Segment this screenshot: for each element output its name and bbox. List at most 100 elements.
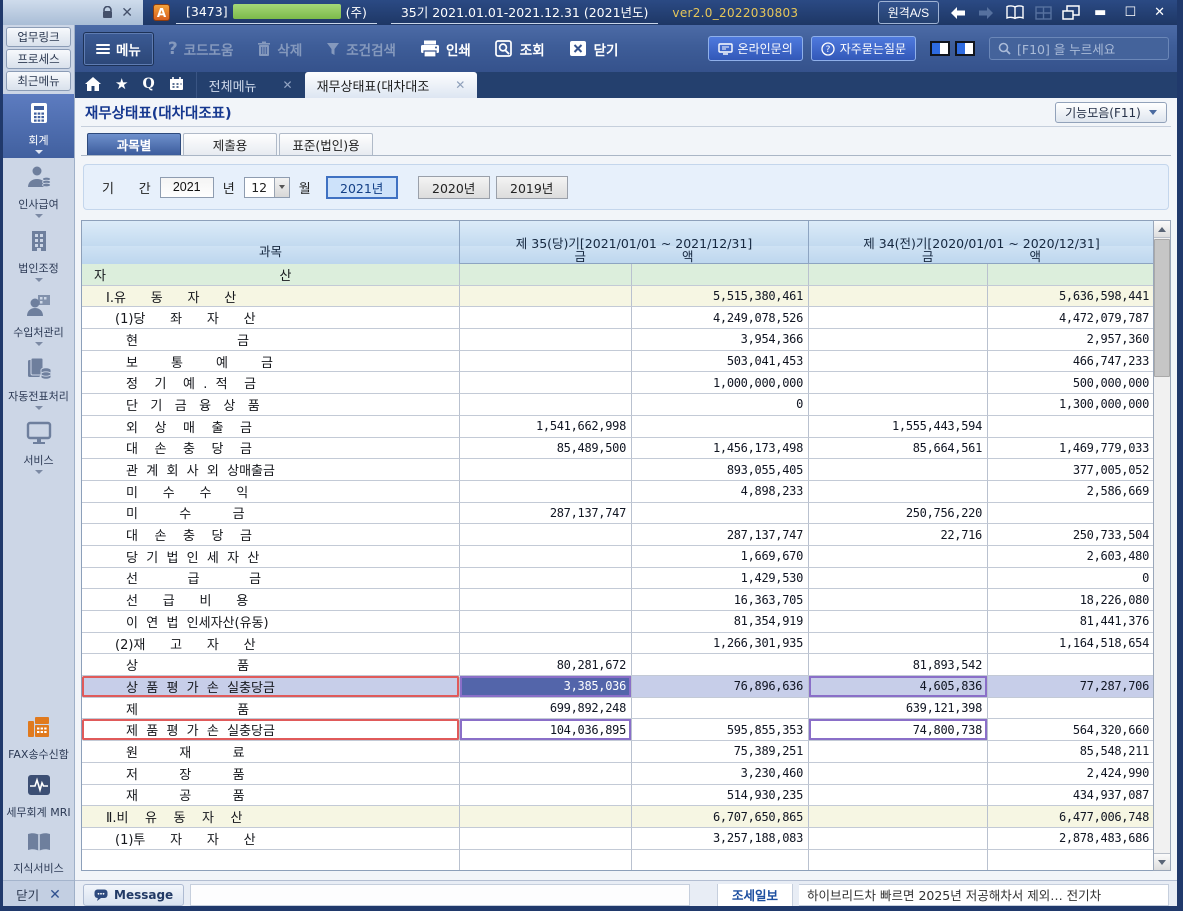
amount-cur-detail[interactable]: 287,137,747 (460, 503, 632, 525)
dock-close-icon[interactable]: ✕ (121, 6, 133, 20)
view-tab-0[interactable]: 과목별 (87, 133, 181, 155)
amount-cur-detail[interactable] (460, 351, 632, 373)
amount-cur-detail[interactable]: 1,541,662,998 (460, 416, 632, 438)
amount-prev-total[interactable]: 0 (988, 568, 1153, 590)
amount-prev-total[interactable]: 77,287,706 (988, 676, 1153, 698)
amount-prev-detail[interactable]: 81,893,542 (809, 654, 988, 676)
amount-prev-detail[interactable] (809, 850, 988, 871)
sidebar-close-button[interactable]: 닫기 ✕ (3, 880, 74, 908)
condition-search-button[interactable]: 조건검색 (316, 33, 406, 65)
account-cell[interactable]: 대 손 충 당 금 (82, 524, 460, 546)
amount-cur-detail[interactable]: 104,036,895 (460, 719, 632, 741)
account-cell[interactable]: 재 공 품 (82, 785, 460, 807)
amount-cur-total[interactable]: 595,855,353 (632, 719, 809, 741)
table-row[interactable]: 선 급 비 용16,363,70518,226,080 (82, 589, 1153, 611)
amount-prev-total[interactable]: 2,586,669 (988, 481, 1153, 503)
amount-cur-detail[interactable] (460, 741, 632, 763)
amount-cur-total[interactable]: 1,266,301,935 (632, 633, 809, 655)
amount-cur-total[interactable]: 3,257,188,083 (632, 828, 809, 850)
amount-prev-total[interactable]: 81,441,376 (988, 611, 1153, 633)
sidebar-bottom-item-0[interactable]: FAX송수신함 (3, 708, 74, 766)
amount-prev-total[interactable]: 434,937,087 (988, 785, 1153, 807)
amount-cur-total[interactable]: 4,249,078,526 (632, 307, 809, 329)
amount-cur-detail[interactable] (460, 459, 632, 481)
account-cell[interactable]: 선 급 비 용 (82, 589, 460, 611)
amount-cur-detail[interactable] (460, 828, 632, 850)
message-field[interactable] (190, 884, 690, 906)
amount-prev-detail[interactable] (809, 785, 988, 807)
minimize-icon[interactable]: ▬ (1090, 5, 1110, 20)
scroll-down-icon[interactable] (1154, 853, 1170, 870)
amount-prev-total[interactable] (988, 416, 1153, 438)
amount-cur-detail[interactable] (460, 806, 632, 828)
table-row[interactable]: 대 손 충 당 금85,489,5001,456,173,49885,664,5… (82, 438, 1153, 460)
calendar-icon[interactable] (169, 77, 184, 91)
account-cell[interactable]: 상 품 (82, 654, 460, 676)
amount-prev-total[interactable] (988, 698, 1153, 720)
quick-search-icon[interactable]: Q (142, 76, 154, 92)
amount-prev-detail[interactable] (809, 763, 988, 785)
amount-cur-total[interactable]: 0 (632, 394, 809, 416)
table-row[interactable]: 미 수 수 익4,898,2332,586,669 (82, 481, 1153, 503)
amount-prev-detail[interactable]: 74,800,738 (809, 719, 988, 741)
message-button[interactable]: Message (83, 884, 184, 906)
account-cell[interactable]: (1)투 자 자 산 (82, 828, 460, 850)
amount-cur-total[interactable]: 81,354,919 (632, 611, 809, 633)
amount-prev-total[interactable]: 18,226,080 (988, 589, 1153, 611)
amount-prev-total[interactable] (988, 850, 1153, 871)
close-window-icon[interactable]: ✕ (1150, 5, 1169, 20)
amount-cur-total[interactable] (632, 698, 809, 720)
table-row[interactable]: 관 계 회 사 외 상매출금893,055,405377,005,052 (82, 459, 1153, 481)
amount-cur-detail[interactable]: 85,489,500 (460, 438, 632, 460)
account-cell[interactable]: 정 기 예 . 적 금 (82, 372, 460, 394)
sidebar-item-3[interactable]: 수입처관리 (3, 286, 74, 350)
amount-prev-detail[interactable] (809, 372, 988, 394)
amount-cur-detail[interactable] (460, 633, 632, 655)
amount-cur-total[interactable]: 1,000,000,000 (632, 372, 809, 394)
table-row[interactable]: 대 손 충 당 금287,137,74722,716250,733,504 (82, 524, 1153, 546)
amount-prev-total[interactable]: 85,548,211 (988, 741, 1153, 763)
table-row[interactable]: (2)재 고 자 산1,266,301,9351,164,518,654 (82, 633, 1153, 655)
account-cell[interactable]: 현 금 (82, 329, 460, 351)
amount-cur-detail[interactable] (460, 286, 632, 308)
favorites-star-icon[interactable]: ★ (115, 75, 128, 93)
cascade-windows-icon[interactable] (1062, 5, 1080, 20)
code-help-button[interactable]: ? 코드도움 (158, 33, 244, 65)
amount-prev-detail[interactable]: 4,605,836 (809, 676, 988, 698)
sidebar-item-5[interactable]: 서비스 (3, 414, 74, 478)
account-cell[interactable]: 당 기 법 인 세 자 산 (82, 546, 460, 568)
amount-cur-detail[interactable] (460, 329, 632, 351)
sidebar-button-0[interactable]: 업무링크 (6, 27, 71, 47)
amount-prev-total[interactable]: 377,005,052 (988, 459, 1153, 481)
account-cell[interactable]: 단 기 금 융 상 품 (82, 394, 460, 416)
amount-prev-total[interactable]: 466,747,233 (988, 351, 1153, 373)
amount-cur-total[interactable]: 503,041,453 (632, 351, 809, 373)
amount-cur-total[interactable] (632, 503, 809, 525)
amount-cur-total[interactable]: 75,389,251 (632, 741, 809, 763)
table-row[interactable]: 현 금3,954,3662,957,360 (82, 329, 1153, 351)
amount-prev-detail[interactable] (809, 459, 988, 481)
table-row[interactable]: Ⅰ.유 동 자 산5,515,380,4615,636,598,441 (82, 286, 1153, 308)
sidebar-item-2[interactable]: 법인조정 (3, 222, 74, 286)
amount-prev-detail[interactable] (809, 351, 988, 373)
amount-cur-total[interactable]: 514,930,235 (632, 785, 809, 807)
table-row[interactable]: (1)투 자 자 산3,257,188,0832,878,483,686 (82, 828, 1153, 850)
amount-prev-detail[interactable] (809, 394, 988, 416)
sidebar-item-4[interactable]: 자동전표처리 (3, 350, 74, 414)
amount-cur-total[interactable]: 76,896,636 (632, 676, 809, 698)
amount-prev-detail[interactable] (809, 806, 988, 828)
sidebar-item-1[interactable]: 인사급여 (3, 158, 74, 222)
amount-prev-detail[interactable] (809, 546, 988, 568)
amount-prev-detail[interactable] (809, 568, 988, 590)
menu-button[interactable]: 메뉴 (83, 32, 154, 66)
amount-cur-detail[interactable] (460, 372, 632, 394)
table-row[interactable]: (1)당 좌 자 산4,249,078,5264,472,079,787 (82, 307, 1153, 329)
lock-icon[interactable] (102, 6, 113, 19)
amount-cur-total[interactable]: 4,898,233 (632, 481, 809, 503)
sidebar-button-1[interactable]: 프로세스 (6, 49, 71, 69)
amount-cur-detail[interactable] (460, 524, 632, 546)
amount-prev-total[interactable]: 500,000,000 (988, 372, 1153, 394)
amount-prev-total[interactable]: 250,733,504 (988, 524, 1153, 546)
amount-prev-detail[interactable] (809, 264, 988, 286)
fiscal-year-input[interactable] (160, 177, 214, 198)
